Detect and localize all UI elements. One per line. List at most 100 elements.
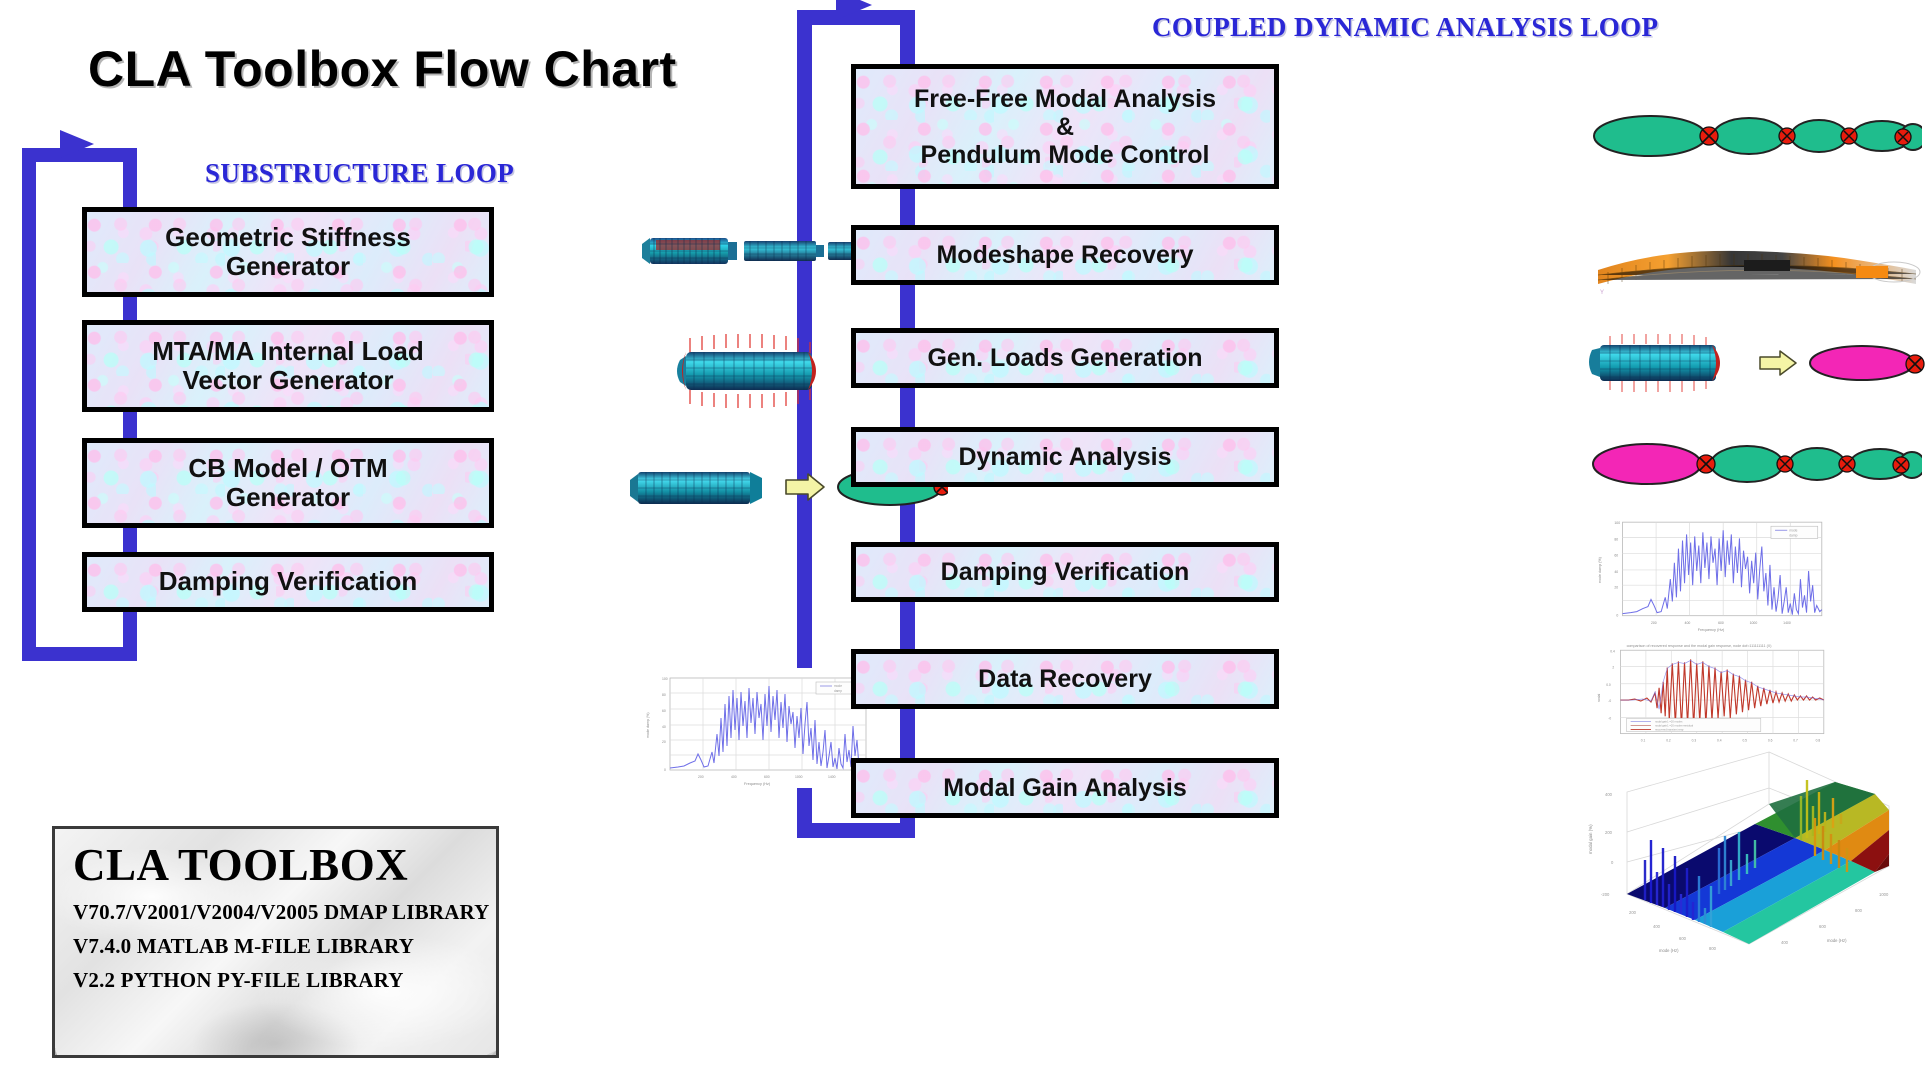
right-loop-arrowhead-icon — [836, 0, 872, 20]
svg-text:mode (Hz): mode (Hz) — [1659, 948, 1679, 953]
svg-text:0.5: 0.5 — [1742, 739, 1747, 743]
svg-text:1000: 1000 — [795, 775, 803, 779]
svg-text:40: 40 — [662, 725, 666, 729]
step-box-data-recovery[interactable]: Data Recovery — [851, 649, 1279, 709]
svg-text:damp: damp — [1789, 533, 1797, 537]
svg-text:nodal: nodal — [1597, 693, 1601, 702]
svg-text:400: 400 — [731, 775, 737, 779]
damping-spectrum-plot-thumb-right: mode damp 100 80 60 40 20 0 200 400 600 1000 140… — [1592, 512, 1832, 634]
step-box-cb-model-otm-generator[interactable]: CB Model / OTM Generator — [82, 438, 494, 528]
svg-text:80: 80 — [662, 693, 666, 697]
gen-loads-reduction-thumb — [1578, 332, 1928, 394]
modal-ellipse-chain-thumb — [1592, 100, 1922, 170]
svg-text:mode: mode — [1789, 528, 1797, 532]
step-label: MTA/MA Internal Load Vector Generator — [152, 335, 424, 395]
left-loop-arrowhead-icon — [60, 130, 94, 158]
svg-text:200: 200 — [1629, 910, 1637, 915]
svg-text:damp: damp — [834, 689, 842, 693]
svg-text:60: 60 — [1614, 554, 1618, 558]
left-loop-bottom-segment — [22, 647, 137, 661]
legend-line-dmap: V70.7/V2001/V2004/V2005 DMAP LIBRARY — [73, 900, 490, 924]
svg-text:400: 400 — [1605, 792, 1613, 797]
svg-text:1400: 1400 — [1783, 621, 1791, 625]
step-box-geometric-stiffness-generator[interactable]: Geometric Stiffness Generator — [82, 207, 494, 297]
step-box-damping-verification-substructure[interactable]: Damping Verification — [82, 552, 494, 612]
svg-text:800: 800 — [1855, 908, 1863, 913]
svg-text:200: 200 — [1605, 830, 1613, 835]
fem-loaded-cylinder-thumb — [660, 330, 850, 410]
svg-text:200: 200 — [1651, 621, 1657, 625]
svg-text:-0: -0 — [1608, 716, 1611, 720]
coupled-dynamic-analysis-loop-title: COUPLED DYNAMIC ANALYSIS LOOP — [1152, 12, 1659, 42]
step-label: CB Model / OTM Generator — [188, 452, 388, 512]
step-box-free-free-modal-analysis[interactable]: Free-Free Modal Analysis & Pendulum Mode C… — [851, 64, 1279, 189]
svg-text:1000: 1000 — [1750, 621, 1758, 625]
step-box-damping-verification-coupled[interactable]: Damping Verification — [851, 542, 1279, 602]
svg-text:recovered transient resp: recovered transient resp — [1655, 728, 1684, 732]
svg-text:100: 100 — [662, 677, 668, 681]
svg-text:40: 40 — [1614, 570, 1618, 574]
svg-text:800: 800 — [1709, 946, 1717, 951]
step-label: Modeshape Recovery — [936, 241, 1194, 269]
legend-line-python: V2.2 PYTHON PY-FILE LIBRARY — [73, 968, 404, 992]
svg-text:1000: 1000 — [1879, 892, 1889, 897]
svg-text:0.0: 0.0 — [1606, 683, 1611, 687]
step-label: Geometric Stiffness Generator — [165, 221, 411, 281]
svg-text:100: 100 — [1614, 521, 1620, 525]
svg-text:0.6: 0.6 — [1768, 739, 1773, 743]
yellow-arrow-icon — [785, 473, 825, 501]
step-label: Free-Free Modal Analysis & Pendulum Mode C… — [914, 84, 1216, 169]
coupled-ellipse-chain-thumb — [1592, 428, 1922, 498]
svg-text:0.1: 0.1 — [1641, 739, 1646, 743]
left-loop-vertical-segment — [22, 148, 36, 661]
svg-text:600: 600 — [764, 775, 770, 779]
svg-text:nodal gain1 =20 modes: nodal gain1 =20 modes — [1655, 719, 1683, 723]
legend-title: CLA TOOLBOX — [73, 840, 409, 890]
substructure-loop-title: SUBSTRUCTURE LOOP — [205, 158, 515, 188]
svg-text:comparison of recovered respon: comparison of recovered response and the… — [1627, 644, 1772, 648]
svg-text:20: 20 — [662, 740, 666, 744]
svg-text:Frequency (Hz): Frequency (Hz) — [1698, 628, 1725, 632]
flow-chart-canvas: CLA Toolbox Flow Chart SUBSTRUCTURE LOOP… — [0, 0, 1929, 1080]
svg-text:Frequency (Hz): Frequency (Hz) — [744, 782, 771, 786]
svg-text:mode damp (%): mode damp (%) — [646, 712, 650, 738]
step-box-gen-loads-generation[interactable]: Gen. Loads Generation — [851, 328, 1279, 388]
svg-text:mode damp (%): mode damp (%) — [1598, 557, 1602, 583]
svg-text:400: 400 — [1781, 940, 1789, 945]
step-box-modal-gain-analysis[interactable]: Modal Gain Analysis — [851, 758, 1279, 818]
svg-text:-200: -200 — [1601, 892, 1610, 897]
step-box-modeshape-recovery[interactable]: Modeshape Recovery — [851, 225, 1279, 285]
modeshape-deformed-rocket-thumb: Y — [1594, 218, 1924, 298]
legend-line-matlab: V7.4.0 MATLAB M-FILE LIBRARY — [73, 934, 415, 958]
svg-text:0.8: 0.8 — [1816, 739, 1821, 743]
svg-text:20: 20 — [1614, 585, 1618, 589]
step-box-mta-ma-internal-load-vector-generator[interactable]: MTA/MA Internal Load Vector Generator — [82, 320, 494, 412]
svg-text:0.7: 0.7 — [1793, 739, 1798, 743]
step-label: Dynamic Analysis — [958, 443, 1172, 471]
step-label: Damping Verification — [158, 566, 418, 597]
step-label: Gen. Loads Generation — [927, 344, 1203, 372]
modal-gain-surface-plot-thumb: 400 200 0 -200 200 400 600 800 400 600 800 1000 m… — [1583, 744, 1901, 954]
svg-text:600: 600 — [1819, 924, 1827, 929]
svg-text:-0: -0 — [1608, 699, 1611, 703]
svg-text:2: 2 — [1612, 666, 1614, 670]
svg-text:0.4: 0.4 — [1610, 649, 1615, 653]
svg-text:0.4: 0.4 — [1717, 739, 1722, 743]
step-box-dynamic-analysis[interactable]: Dynamic Analysis — [851, 427, 1279, 487]
svg-text:600: 600 — [1679, 936, 1687, 941]
svg-text:mode: mode — [834, 684, 842, 688]
time-history-plot-thumb: comparison of recovered response and the… — [1592, 637, 1836, 757]
step-label: Damping Verification — [940, 558, 1190, 586]
svg-text:60: 60 — [662, 709, 666, 713]
svg-text:mode (Hz): mode (Hz) — [1827, 938, 1847, 943]
right-loop-bottom-segment — [797, 823, 915, 838]
cla-toolbox-legend-box: CLA TOOLBOX V70.7/V2001/V2004/V2005 DMAP… — [52, 826, 499, 1058]
svg-text:modal gain (%): modal gain (%) — [1588, 824, 1593, 854]
svg-text:0: 0 — [664, 768, 666, 772]
yellow-arrow-icon — [1759, 350, 1797, 376]
svg-text:0.2: 0.2 — [1666, 739, 1671, 743]
svg-text:Y: Y — [1600, 290, 1604, 296]
damping-spectrum-plot-thumb: mode damp 100 80 60 40 20 0 200 400 600 1000 140… — [640, 668, 876, 788]
step-label: Modal Gain Analysis — [943, 774, 1187, 802]
svg-text:200: 200 — [698, 775, 704, 779]
